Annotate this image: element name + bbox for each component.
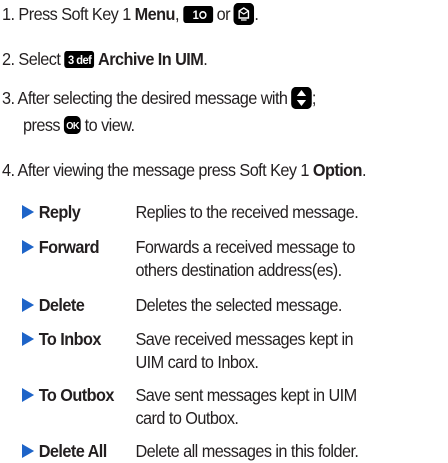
numeric-key-1-icon: 1: [182, 6, 213, 23]
punctuation: .: [203, 49, 208, 69]
step-3: 3. After selecting the desired message w…: [2, 86, 316, 111]
punctuation: ,: [174, 4, 180, 24]
step-4: 4. After viewing the message press Soft …: [2, 158, 367, 183]
triangle-bullet-icon: [22, 388, 35, 402]
ok-key-icon: OK: [63, 116, 81, 134]
navigation-key-icon: [291, 87, 312, 109]
option-description: Save received messages kept in UIM card …: [135, 329, 354, 372]
svg-text:OK: OK: [66, 121, 79, 132]
step-bold-text: Menu: [134, 4, 176, 24]
step-text: Select: [18, 49, 61, 69]
option-name: To Inbox: [38, 329, 102, 349]
option-name: To Outbox: [38, 385, 115, 405]
triangle-bullet-icon: [22, 298, 35, 312]
step-number: 1.: [2, 4, 15, 24]
instruction-page: 1. Press Soft Key 1 Menu, 1 or . 2. Sele…: [0, 0, 448, 463]
step-text: press: [23, 115, 61, 135]
step-bold-text: Option: [312, 160, 363, 180]
step-number: 3.: [2, 88, 15, 108]
step-text-or: or: [216, 4, 231, 24]
option-name: Reply: [38, 202, 81, 222]
triangle-bullet-icon: [22, 240, 35, 254]
step-bold-text: Archive In UIM: [98, 49, 204, 69]
option-name: Delete: [38, 295, 85, 315]
option-name: Forward: [38, 237, 100, 257]
step-1: 1. Press Soft Key 1 Menu, 1 or .: [2, 2, 259, 27]
option-description: Delete all messages in this folder.: [135, 441, 359, 461]
option-description: Replies to the received message.: [135, 202, 359, 222]
triangle-bullet-icon: [22, 444, 35, 458]
step-text: After selecting the desired message with: [17, 88, 288, 108]
step-text: After viewing the message press Soft Key…: [17, 160, 313, 180]
punctuation: .: [361, 160, 367, 180]
option-description: Deletes the selected message.: [135, 295, 342, 315]
step-2: 2. Select 3 def Archive In UIM.: [2, 47, 208, 72]
step-3-continued: press OK to view.: [23, 113, 135, 138]
step-text: Press Soft Key 1: [18, 4, 135, 24]
numeric-key-3-icon: 3 def: [64, 51, 95, 68]
punctuation: ;: [311, 88, 317, 108]
option-description: Save sent messages kept in UIM card to O…: [135, 385, 357, 428]
punctuation: .: [254, 4, 259, 24]
step-number: 2.: [2, 49, 15, 69]
triangle-bullet-icon: [22, 332, 35, 346]
option-description: Forwards a received message to others de…: [135, 237, 355, 280]
step-number: 4.: [2, 160, 15, 180]
triangle-bullet-icon: [22, 205, 35, 219]
message-key-icon: [233, 3, 255, 25]
svg-text:3 def: 3 def: [68, 55, 92, 67]
option-name: Delete All: [38, 441, 108, 461]
step-text: to view.: [84, 115, 135, 135]
